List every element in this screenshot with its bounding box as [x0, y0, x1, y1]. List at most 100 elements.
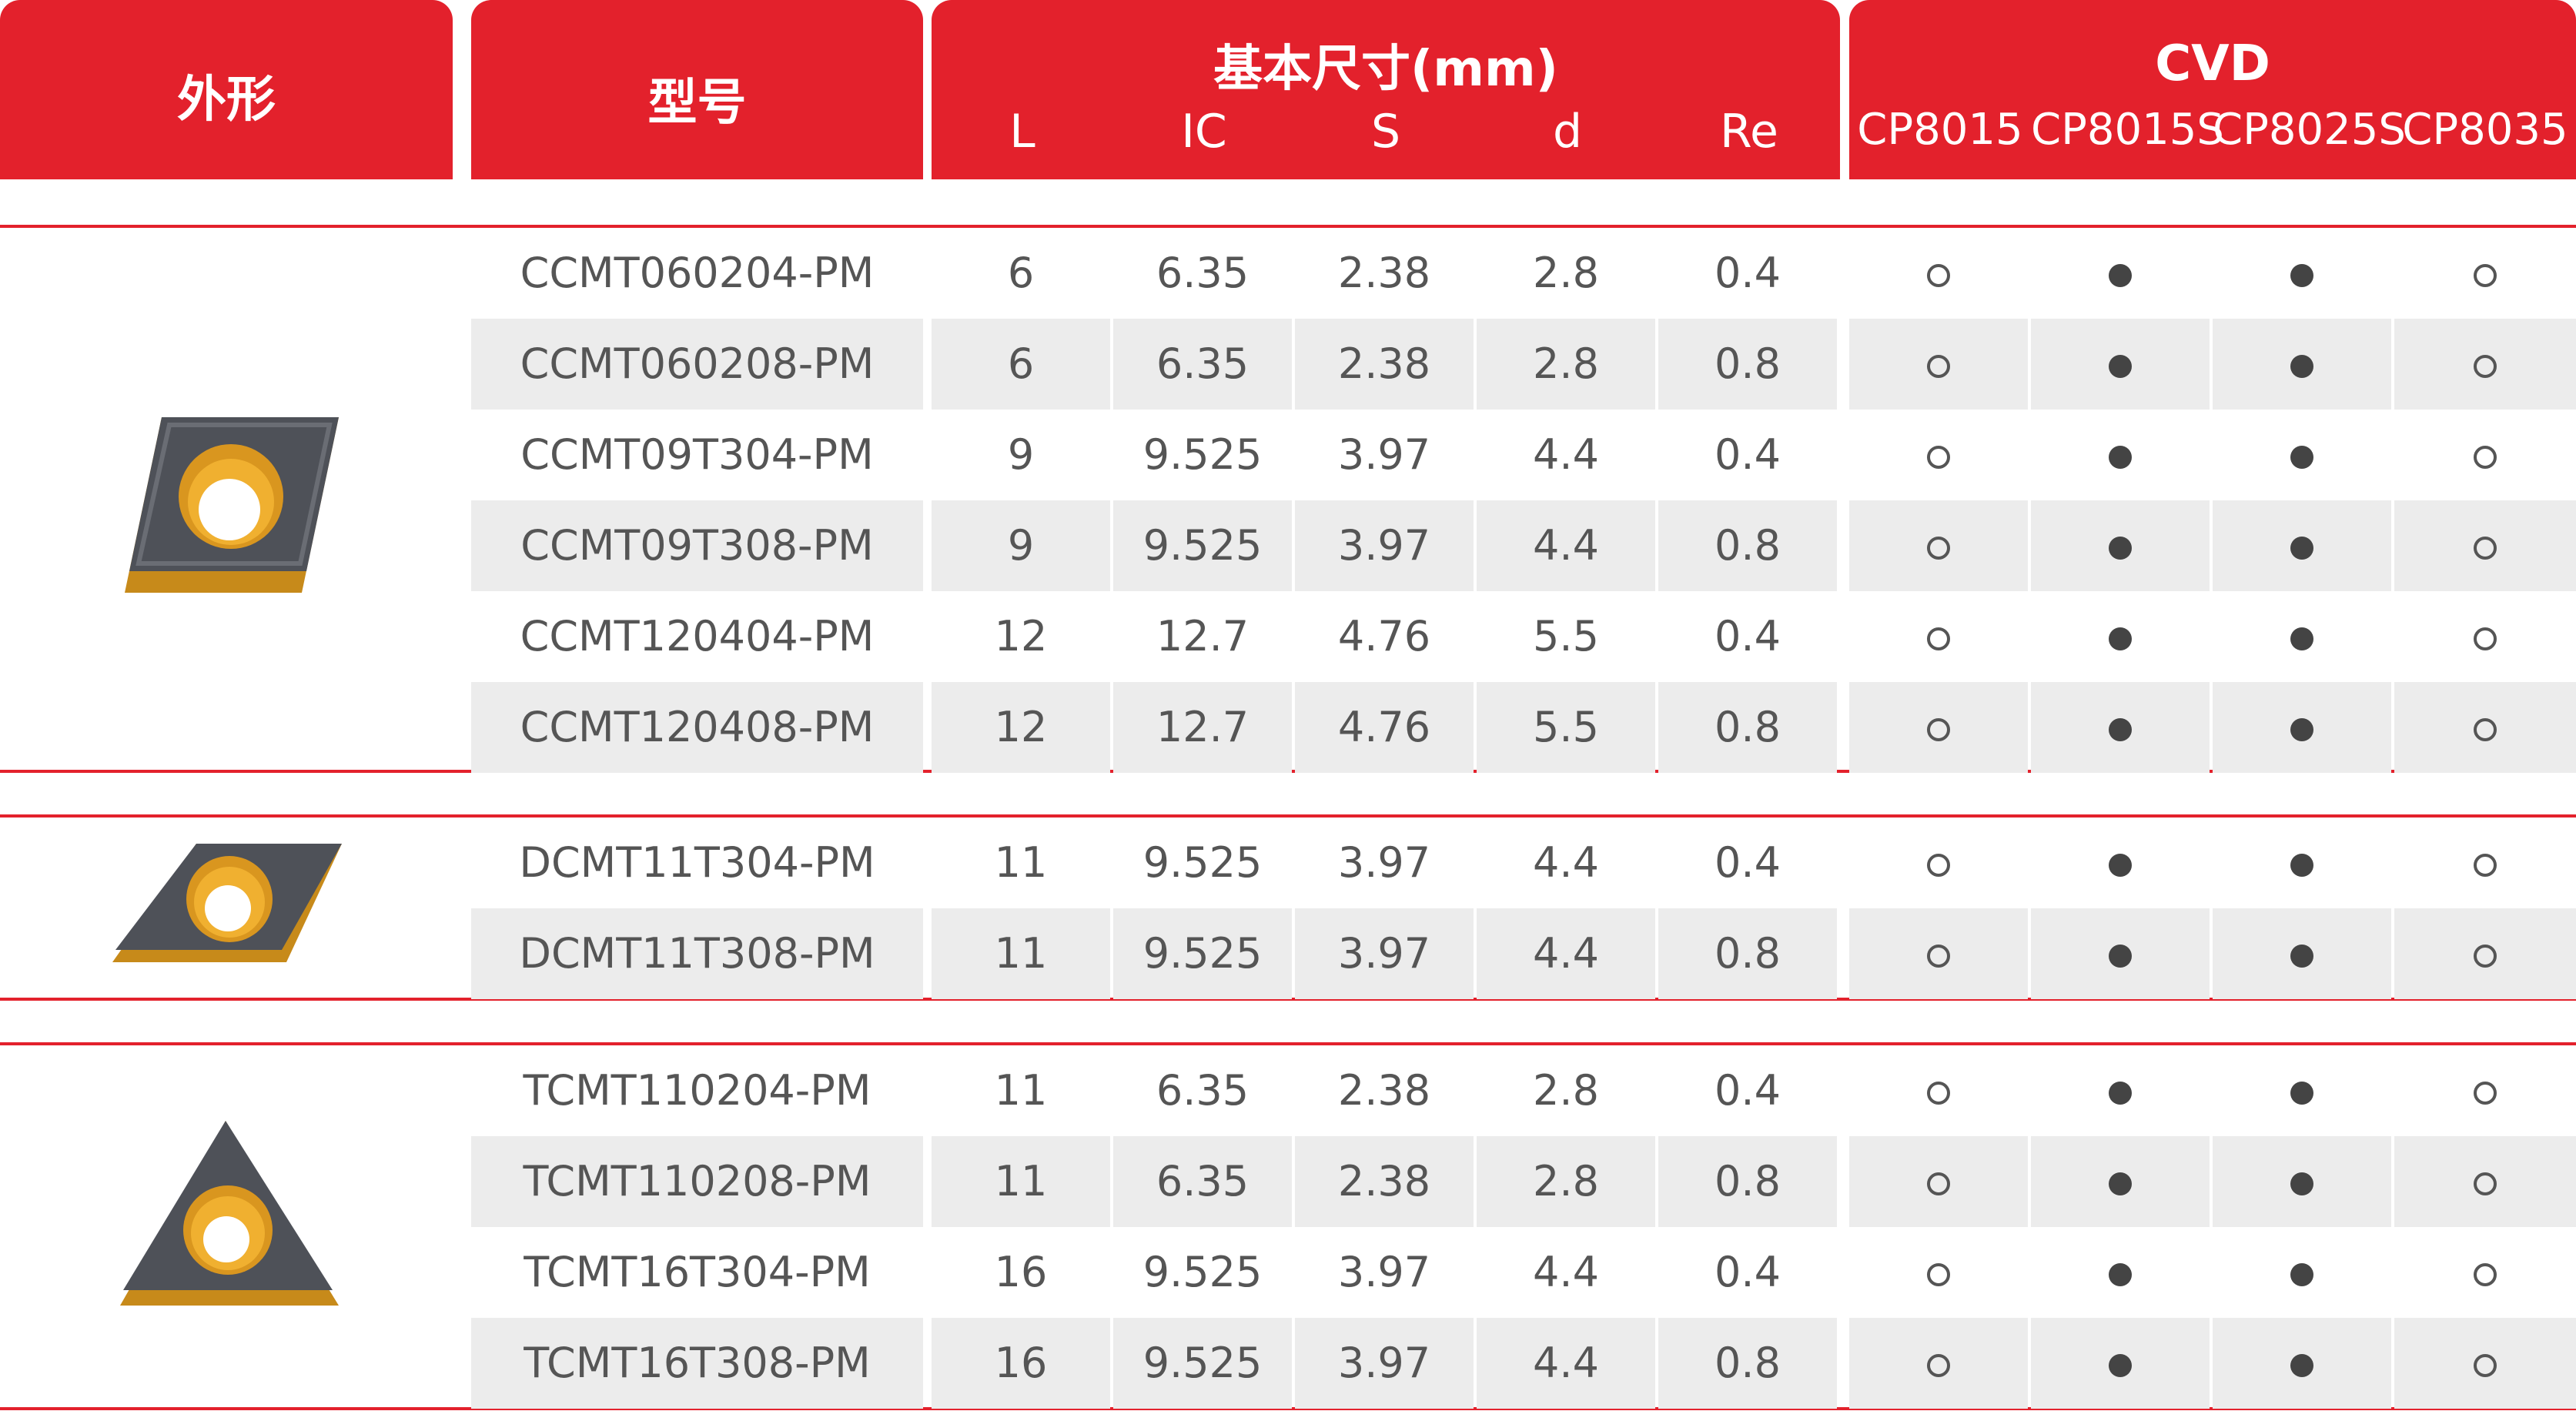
filled-circle-icon [2109, 945, 2132, 968]
cell-l: 12 [932, 682, 1110, 773]
filled-circle-icon [2109, 446, 2132, 470]
open-circle-icon [1927, 355, 1950, 379]
cell-grade-1 [1849, 1318, 2028, 1409]
cell-re: 0.4 [1715, 1248, 1781, 1296]
cell-grade-3 [2213, 591, 2391, 682]
open-circle-icon [1927, 1354, 1950, 1378]
cell-l: 11 [932, 1136, 1110, 1227]
filled-circle-icon [2290, 1263, 2313, 1287]
cell-d: 2.8 [1477, 1136, 1655, 1227]
open-circle-icon [2474, 446, 2497, 470]
dcmt-rhombic-55-insert-icon [112, 844, 342, 962]
cell-grade-2 [2031, 1318, 2210, 1409]
open-circle-icon [1927, 1263, 1950, 1287]
cell-grade-2 [2031, 908, 2210, 999]
cell-ic: 12.7 [1156, 612, 1250, 660]
cell-grade-1 [1849, 500, 2028, 591]
cell-grade-3 [2213, 1045, 2391, 1136]
cell-grade-2 [2031, 1136, 2210, 1227]
filled-circle-icon [2109, 627, 2132, 651]
header-col-IC: IC [1181, 105, 1227, 159]
cell-d: 2.8 [1533, 249, 1599, 297]
open-circle-icon [1927, 945, 1950, 968]
cell-model: TCMT110204-PM [523, 1066, 871, 1115]
open-circle-icon [2474, 1172, 2497, 1196]
cell-re: 0.8 [1658, 500, 1837, 591]
cell-ic: 6.35 [1156, 1066, 1250, 1115]
cell-grade-2 [2031, 410, 2210, 500]
filled-circle-icon [2109, 537, 2132, 560]
open-circle-icon [2474, 854, 2497, 878]
cell-re: 0.8 [1658, 908, 1837, 999]
header-grade-1: CP8015 [1857, 105, 2023, 155]
cell-l: 11 [994, 1066, 1048, 1115]
filled-circle-icon [2109, 264, 2132, 288]
cell-grade-1 [1849, 908, 2028, 999]
cell-s: 4.76 [1337, 612, 1431, 660]
open-circle-icon [2474, 627, 2497, 651]
cell-ic: 9.525 [1113, 500, 1292, 591]
header-col-L: L [1009, 105, 1035, 159]
cell-grade-4 [2394, 682, 2576, 773]
open-circle-icon [1927, 264, 1950, 288]
header-cvd-label: CVD [2155, 35, 2270, 92]
cell-grade-1 [1849, 1227, 2028, 1318]
filled-circle-icon [2290, 446, 2313, 470]
filled-circle-icon [2290, 718, 2313, 742]
filled-circle-icon [2290, 627, 2313, 651]
open-circle-icon [2474, 718, 2497, 742]
cell-grade-3 [2213, 818, 2391, 908]
cell-grade-4 [2394, 908, 2576, 999]
cell-re: 0.4 [1715, 1066, 1781, 1115]
cell-d: 4.4 [1477, 500, 1655, 591]
cell-grade-4 [2394, 818, 2576, 908]
cell-grade-4 [2394, 228, 2576, 319]
filled-circle-icon [2109, 355, 2132, 379]
filled-circle-icon [2109, 1263, 2132, 1287]
header-model: 型号 [471, 0, 923, 179]
cell-s: 2.38 [1337, 1066, 1431, 1115]
filled-circle-icon [2290, 264, 2313, 288]
cell-s: 2.38 [1295, 1136, 1474, 1227]
cell-d: 5.5 [1533, 612, 1599, 660]
cell-model: CCMT09T304-PM [520, 430, 874, 479]
cell-re: 0.8 [1658, 1136, 1837, 1227]
filled-circle-icon [2290, 355, 2313, 379]
cell-l: 11 [994, 838, 1048, 887]
cell-grade-2 [2031, 1227, 2210, 1318]
open-circle-icon [2474, 1354, 2497, 1378]
header-grade-2: CP8015S [2031, 105, 2224, 155]
header-col-d: d [1552, 105, 1583, 159]
cell-model: CCMT120408-PM [471, 682, 923, 773]
filled-circle-icon [2109, 1354, 2132, 1378]
cell-s: 3.97 [1337, 1248, 1431, 1296]
cell-grade-4 [2394, 410, 2576, 500]
cell-l: 9 [932, 500, 1110, 591]
cell-ic: 12.7 [1113, 682, 1292, 773]
cell-l: 11 [932, 908, 1110, 999]
cell-s: 3.97 [1337, 430, 1431, 479]
cell-re: 0.4 [1715, 612, 1781, 660]
cell-re: 0.4 [1715, 838, 1781, 887]
cell-re: 0.4 [1715, 430, 1781, 479]
cell-grade-2 [2031, 319, 2210, 410]
cell-s: 3.97 [1295, 1318, 1474, 1409]
open-circle-icon [1927, 627, 1950, 651]
open-circle-icon [2474, 537, 2497, 560]
open-circle-icon [1927, 854, 1950, 878]
open-circle-icon [2474, 1263, 2497, 1287]
filled-circle-icon [2109, 854, 2132, 878]
cell-ic: 9.525 [1113, 1318, 1292, 1409]
filled-circle-icon [2290, 945, 2313, 968]
cell-grade-4 [2394, 1318, 2576, 1409]
cell-grade-1 [1849, 410, 2028, 500]
cell-l: 12 [994, 612, 1048, 660]
cell-d: 4.4 [1477, 1318, 1655, 1409]
cell-s: 3.97 [1295, 500, 1474, 591]
cell-ic: 9.525 [1142, 838, 1263, 887]
cell-model: CCMT09T308-PM [471, 500, 923, 591]
cell-l: 6 [932, 319, 1110, 410]
cell-re: 0.8 [1658, 1318, 1837, 1409]
cell-grade-4 [2394, 319, 2576, 410]
cell-grade-3 [2213, 410, 2391, 500]
